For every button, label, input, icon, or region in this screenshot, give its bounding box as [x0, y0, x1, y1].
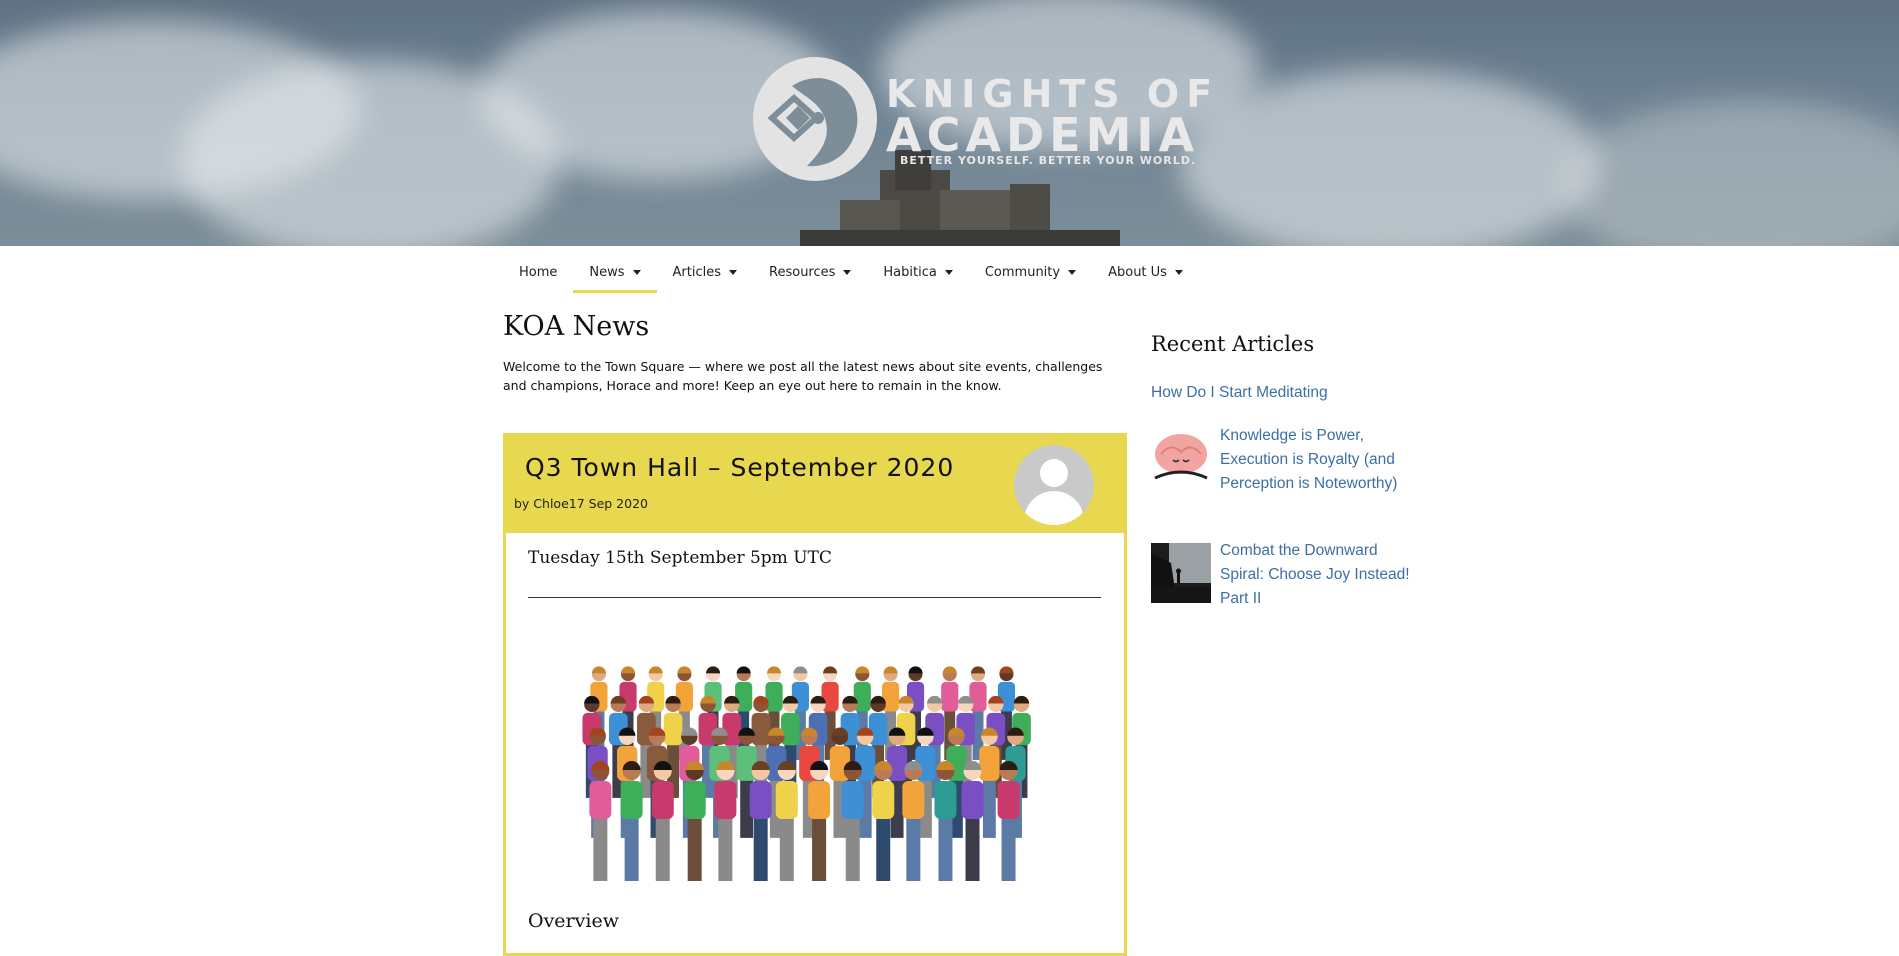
caret-down-icon: [729, 270, 738, 275]
main-nav: Home News Articles Resources Habitica Co…: [503, 256, 1199, 293]
caret-down-icon: [632, 270, 641, 275]
sidebar-title: Recent Articles: [1151, 332, 1315, 356]
post-title[interactable]: Q3 Town Hall – September 2020: [525, 453, 954, 482]
nav-item-about-us[interactable]: About Us: [1092, 256, 1199, 290]
nav-item-label: Habitica: [883, 265, 937, 280]
recent-article-link[interactable]: Knowledge is Power, Execution is Royalty…: [1220, 424, 1410, 496]
logo-tagline: BETTER YOURSELF. BETTER YOUR WORLD.: [900, 154, 1197, 167]
nav-item-label: About Us: [1108, 265, 1167, 280]
divider: [528, 597, 1101, 598]
post-date-heading: Tuesday 15th September 5pm UTC: [528, 548, 832, 568]
crowd-person: [969, 666, 987, 760]
nav-item-habitica[interactable]: Habitica: [867, 256, 968, 290]
nav-item-label: Community: [984, 265, 1061, 280]
post-card: Q3 Town Hall – September 2020 by Chloe17…: [503, 433, 1127, 956]
page-intro: Welcome to the Town Square — where we po…: [503, 359, 1103, 393]
nav-item-label: Articles: [672, 265, 722, 280]
caret-down-icon: [1174, 270, 1183, 275]
post-meta: by Chloe17 Sep 2020: [514, 496, 648, 511]
nav-item-home[interactable]: Home: [503, 256, 573, 290]
page-title: KOA News: [503, 311, 650, 342]
nav-item-articles[interactable]: Articles: [657, 256, 753, 290]
caret-down-icon: [1068, 270, 1077, 275]
site-logo[interactable]: KNIGHTS OF ACADEMIA BETTER YOURSELF. BET…: [752, 56, 1212, 186]
section-heading-overview: Overview: [528, 910, 619, 932]
cloud: [1560, 100, 1899, 246]
hero-banner: KNIGHTS OF ACADEMIA BETTER YOURSELF. BET…: [0, 0, 1899, 246]
avatar-body: [1024, 491, 1084, 525]
silhouette-thumbnail-icon[interactable]: [1151, 543, 1211, 603]
caret-down-icon: [944, 270, 953, 275]
cloud: [1180, 70, 1600, 246]
knight-helmet-icon: [753, 57, 877, 181]
author-avatar[interactable]: [1014, 445, 1094, 525]
brain-thumbnail-icon[interactable]: [1151, 428, 1211, 488]
crowd-illustration: [582, 666, 1031, 881]
nav-item-resources[interactable]: Resources: [753, 256, 867, 290]
nav-item-news[interactable]: News: [573, 256, 657, 293]
recent-article-link[interactable]: How Do I Start Meditating: [1151, 381, 1401, 405]
nav-item-label: Home: [519, 265, 558, 280]
nav-item-label: News: [589, 265, 625, 280]
caret-down-icon: [843, 270, 852, 275]
post-header: Q3 Town Hall – September 2020 by Chloe17…: [503, 433, 1127, 533]
recent-article-link[interactable]: Combat the Downward Spiral: Choose Joy I…: [1220, 539, 1410, 611]
nav-item-community[interactable]: Community: [969, 256, 1092, 290]
avatar-head: [1040, 459, 1068, 487]
nav-item-label: Resources: [769, 265, 836, 280]
